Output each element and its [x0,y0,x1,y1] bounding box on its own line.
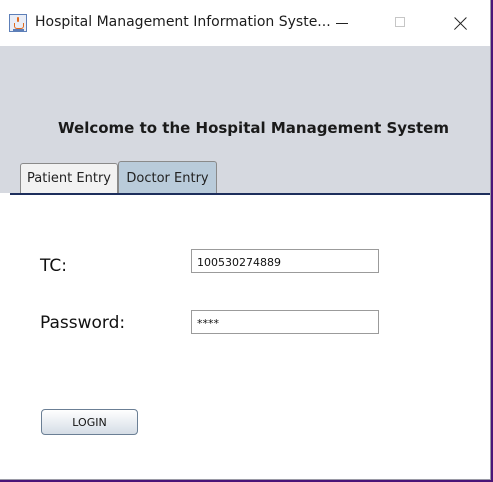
tab-patient-entry[interactable]: Patient Entry [20,163,118,193]
title-bar[interactable]: Hospital Management Information Syste... [0,0,490,46]
password-label: Password: [40,313,126,333]
login-button[interactable]: LOGIN [41,409,138,435]
password-input[interactable]: **** [191,310,379,334]
doctor-entry-panel: TC: 100530274889 Password: **** LOGIN [10,195,490,479]
tc-input[interactable]: 100530274889 [191,249,379,273]
tab-doctor-entry[interactable]: Doctor Entry [118,161,217,193]
minimize-icon[interactable] [328,10,356,36]
tc-label: TC: [40,256,67,276]
close-icon[interactable] [446,10,474,36]
java-cup-icon [9,14,27,32]
window-title: Hospital Management Information Syste... [35,14,331,30]
app-window: Hospital Management Information Syste...… [0,0,491,480]
welcome-heading: Welcome to the Hospital Management Syste… [58,119,449,137]
maximize-icon[interactable] [386,10,414,36]
header-panel: Welcome to the Hospital Management Syste… [0,46,490,195]
